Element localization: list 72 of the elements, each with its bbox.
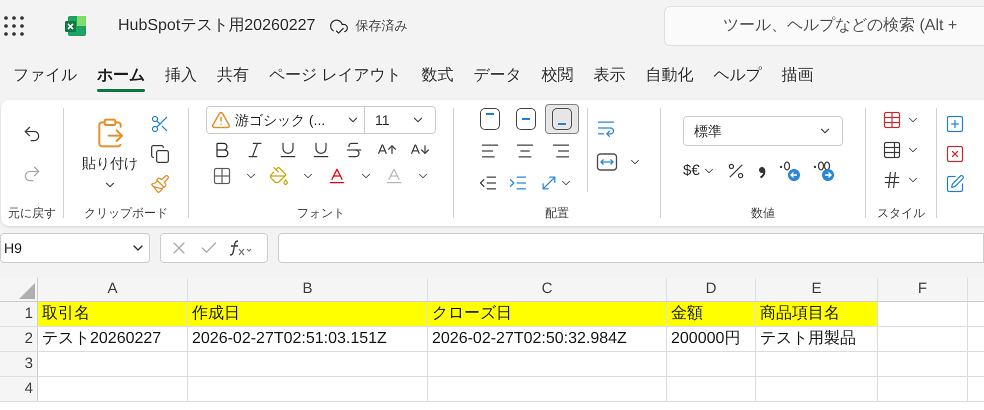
table-cell: クローズ日 — [428, 302, 667, 326]
search-field[interactable]: ツール、ヘルプなどの検索 (Alt + — [664, 6, 984, 46]
spreadsheet-logo-icon[interactable] — [64, 14, 88, 38]
column-header[interactable]: C — [428, 278, 667, 301]
ribbon-tab[interactable]: 校閲 — [534, 56, 580, 96]
ribbon-tab[interactable]: 描画 — [774, 56, 820, 96]
app-launcher-icon[interactable] — [4, 16, 24, 36]
fill-color-icon[interactable] — [269, 166, 290, 186]
ribbon-tab[interactable]: データ — [466, 56, 528, 96]
column-header[interactable]: D — [667, 278, 756, 301]
percent-icon[interactable] — [726, 161, 746, 182]
column-header[interactable]: E — [756, 278, 878, 301]
double-underline-icon[interactable] — [311, 140, 331, 160]
font-color-icon[interactable] — [326, 166, 347, 186]
group-label: スタイル — [877, 205, 925, 222]
vertical-align-button[interactable] — [544, 104, 578, 134]
insert-cells-icon[interactable] — [945, 114, 965, 134]
row-header[interactable]: 2 — [0, 327, 38, 351]
paste-button[interactable]: 貼り付け — [82, 116, 138, 192]
cell-style-icon[interactable] — [882, 170, 902, 190]
ribbon-tab[interactable]: 自動化 — [638, 56, 700, 96]
table-icon[interactable] — [882, 110, 902, 130]
cut-icon[interactable] — [150, 114, 170, 134]
table-format-icon[interactable] — [882, 140, 902, 160]
row-header[interactable]: 3 — [0, 352, 38, 376]
ribbon-tab[interactable]: 挿入 — [158, 56, 204, 96]
column-header[interactable]: A — [38, 278, 188, 301]
name-box[interactable]: H9 — [0, 233, 150, 263]
save-status: 保存済み — [355, 17, 408, 36]
table-cell: 商品項目名 — [756, 302, 878, 326]
ribbon-tab[interactable]: ページ レイアウト — [262, 56, 408, 96]
merge-cells-icon[interactable] — [596, 152, 618, 172]
ribbon-tab[interactable]: 共有 — [210, 56, 256, 96]
group-label: フォント — [297, 205, 345, 222]
table-cell: テスト20260227 — [38, 327, 188, 351]
function-icon[interactable] — [229, 239, 253, 257]
group-label: 配置 — [545, 205, 569, 222]
currency-format-button[interactable]: $€ — [683, 160, 700, 182]
format-cells-icon[interactable] — [945, 174, 965, 194]
table-cell: 2026-02-27T02:50:32.984Z — [428, 327, 667, 351]
table-cell: 200000円 — [667, 327, 756, 351]
undo-icon[interactable] — [22, 124, 42, 144]
formula-input[interactable] — [278, 233, 984, 263]
ribbon-tab[interactable]: ホーム — [90, 56, 152, 96]
table-cell: 金額 — [667, 302, 756, 326]
column-header[interactable]: B — [188, 278, 428, 301]
group-label: 数値 — [751, 205, 775, 222]
delete-cells-icon[interactable] — [945, 144, 965, 164]
font-size-dropdown[interactable]: 11 — [365, 107, 435, 133]
ribbon-tab[interactable]: ファイル — [6, 56, 84, 96]
number-format-dropdown[interactable]: 標準 — [683, 116, 843, 146]
table-cell: 取引名 — [38, 302, 188, 326]
increase-decimal-icon[interactable] — [812, 160, 836, 182]
strikethrough-icon[interactable] — [344, 140, 364, 160]
table-cell: 2026-02-27T02:51:03.151Z — [188, 327, 428, 351]
group-label: クリップボード — [84, 205, 168, 222]
row-header[interactable]: 4 — [0, 377, 38, 401]
column-header[interactable]: F — [878, 278, 968, 301]
font-name-dropdown[interactable]: 游ゴシック (... — [207, 107, 365, 133]
ribbon-tab[interactable]: ヘルプ — [706, 56, 768, 96]
copy-icon[interactable] — [150, 144, 170, 164]
table-cell: 作成日 — [188, 302, 428, 326]
row-header[interactable]: 1 — [0, 302, 38, 326]
ribbon-tab[interactable]: 表示 — [586, 56, 632, 96]
underline-icon[interactable] — [278, 140, 298, 160]
document-title[interactable]: HubSpotテスト用20260227 — [118, 14, 316, 38]
ribbon-tab[interactable]: 数式 — [414, 56, 460, 96]
table-cell: テスト用製品 — [756, 327, 878, 351]
warning-icon — [211, 110, 231, 130]
borders-icon[interactable] — [212, 166, 232, 186]
group-label: 元に戻す — [8, 205, 56, 222]
decrease-decimal-icon[interactable] — [778, 160, 802, 182]
